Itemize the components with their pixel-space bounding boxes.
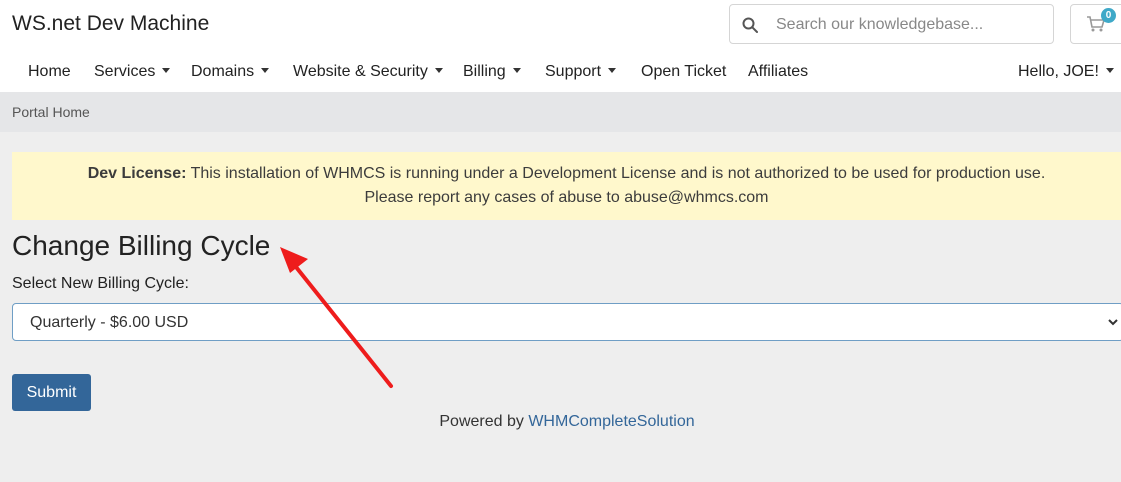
nav-item-domains[interactable]: Domains xyxy=(191,63,270,81)
main-nav: Home Services Domains Website & Security… xyxy=(0,56,1121,90)
nav-item-label: Home xyxy=(28,63,71,80)
caret-down-icon xyxy=(162,68,171,73)
nav-item-label: Services xyxy=(94,63,156,80)
billing-cycle-select[interactable]: Quarterly - $6.00 USD xyxy=(12,303,1121,341)
cart-count-badge: 0 xyxy=(1101,8,1116,23)
dev-license-alert: Dev License: This installation of WHMCS … xyxy=(12,152,1121,220)
chevron-down-icon xyxy=(1108,319,1118,326)
nav-item-affiliates[interactable]: Affiliates xyxy=(748,63,808,81)
account-menu[interactable]: Hello, JOE! xyxy=(1018,63,1114,81)
footer-prefix: Powered by xyxy=(439,413,524,430)
search-icon xyxy=(742,17,758,33)
page-title: Change Billing Cycle xyxy=(12,230,271,261)
submit-button[interactable]: Submit xyxy=(12,374,91,411)
alert-strong: Dev License: xyxy=(87,165,187,182)
caret-down-icon xyxy=(261,68,270,73)
billing-cycle-label: Select New Billing Cycle: xyxy=(12,275,189,292)
nav-item-billing[interactable]: Billing xyxy=(463,63,521,81)
alert-line-2: Please report any cases of abuse to abus… xyxy=(364,189,769,206)
top-header: WS.net Dev Machine 0 Home Services Domai… xyxy=(0,0,1121,92)
breadcrumb-portal-home[interactable]: Portal Home xyxy=(12,104,90,120)
nav-item-label: Affiliates xyxy=(748,63,809,80)
nav-item-home[interactable]: Home xyxy=(28,63,71,81)
nav-item-open-ticket[interactable]: Open Ticket xyxy=(641,63,726,81)
account-greeting: Hello, JOE! xyxy=(1018,63,1099,80)
nav-item-label: Support xyxy=(545,63,602,80)
nav-item-label: Domains xyxy=(191,63,255,80)
brand-name[interactable]: WS.net Dev Machine xyxy=(12,12,209,36)
caret-down-icon xyxy=(512,68,521,73)
knowledgebase-search[interactable] xyxy=(729,4,1054,44)
nav-item-label: Website & Security xyxy=(293,63,428,80)
footer: Powered by WHMCompleteSolution xyxy=(0,413,1121,431)
nav-item-support[interactable]: Support xyxy=(545,63,617,81)
caret-down-icon xyxy=(434,68,443,73)
nav-item-services[interactable]: Services xyxy=(94,63,171,81)
alert-line-1: Dev License: This installation of WHMCS … xyxy=(12,162,1121,186)
alert-text: This installation of WHMCS is running un… xyxy=(190,165,1046,182)
selected-option: Quarterly - $6.00 USD xyxy=(30,314,189,331)
nav-item-label: Billing xyxy=(463,63,506,80)
cart-button[interactable]: 0 xyxy=(1070,4,1121,44)
caret-down-icon xyxy=(608,68,617,73)
nav-item-label: Open Ticket xyxy=(641,63,727,80)
caret-down-icon xyxy=(1105,68,1114,73)
breadcrumb: Portal Home xyxy=(0,92,1121,132)
search-input[interactable] xyxy=(776,13,1046,37)
footer-link[interactable]: WHMCompleteSolution xyxy=(528,413,694,430)
nav-item-website-security[interactable]: Website & Security xyxy=(293,63,443,81)
annotation-arrow-icon xyxy=(280,247,393,388)
